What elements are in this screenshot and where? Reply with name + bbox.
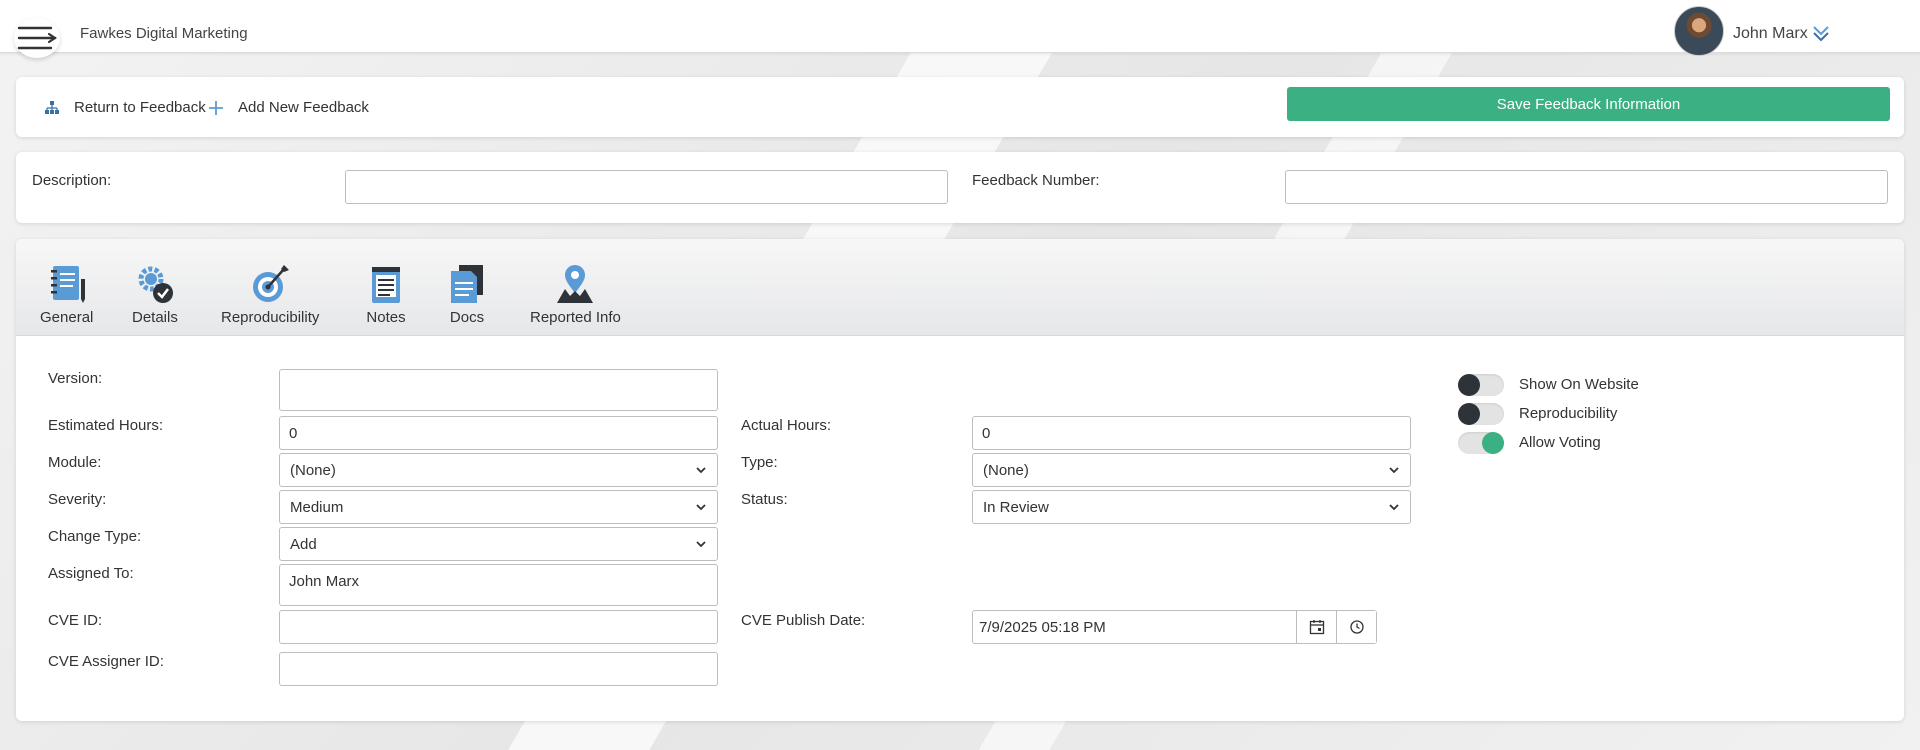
toggle-knob <box>1458 403 1480 425</box>
allow-voting-label: Allow Voting <box>1519 434 1601 451</box>
feedback-number-label: Feedback Number: <box>972 172 1100 189</box>
return-to-feedback-label: Return to Feedback <box>74 99 206 116</box>
save-feedback-button[interactable]: Save Feedback Information <box>1287 87 1890 121</box>
version-input[interactable] <box>279 369 718 411</box>
chevron-down-icon <box>1389 467 1399 474</box>
type-value: (None) <box>983 461 1029 479</box>
allow-voting-toggle[interactable] <box>1458 432 1504 454</box>
tab-bar: General Details Reproducibility Notes Do… <box>16 239 1904 336</box>
return-to-feedback-link[interactable]: Return to Feedback <box>44 99 206 116</box>
documents-icon <box>451 265 483 303</box>
tab-reproducibility[interactable]: Reproducibility <box>221 263 319 326</box>
show-on-website-toggle[interactable] <box>1458 374 1504 396</box>
top-bar: Fawkes Digital Marketing John Marx <box>0 0 1920 58</box>
plus-icon <box>209 100 223 115</box>
change-type-label: Change Type: <box>48 528 142 545</box>
company-name: Fawkes Digital Marketing <box>80 25 248 42</box>
menu-icon <box>17 26 57 50</box>
chevron-down-icon[interactable] <box>1812 24 1830 44</box>
cve-assigner-id-label: CVE Assigner ID: <box>48 653 164 670</box>
chevron-down-icon <box>696 467 706 474</box>
calendar-button[interactable] <box>1296 611 1336 643</box>
cve-publish-date-input[interactable]: 7/9/2025 05:18 PM <box>973 611 1296 643</box>
feedback-number-input[interactable] <box>1285 170 1888 204</box>
clock-icon <box>1349 620 1364 634</box>
add-new-feedback-label: Add New Feedback <box>238 99 369 116</box>
severity-label: Severity: <box>48 491 107 508</box>
actual-hours-label: Actual Hours: <box>741 417 832 434</box>
tab-reproducibility-label: Reproducibility <box>221 309 320 326</box>
reproducibility-toggle[interactable] <box>1458 403 1504 425</box>
gear-check-icon <box>138 266 173 303</box>
tab-notes[interactable]: Notes <box>364 263 408 326</box>
type-select[interactable]: (None) <box>972 453 1411 487</box>
cve-id-label: CVE ID: <box>48 612 103 629</box>
notebook-icon <box>50 266 85 303</box>
avatar[interactable] <box>1674 6 1724 56</box>
tab-reported-info[interactable]: Reported Info <box>530 263 621 326</box>
status-select[interactable]: In Review <box>972 490 1411 524</box>
toggle-knob <box>1458 374 1480 396</box>
assigned-to-label: Assigned To: <box>48 565 134 582</box>
tab-reported-info-label: Reported Info <box>530 309 621 326</box>
cve-assigner-id-input[interactable] <box>279 652 718 686</box>
cve-publish-date-picker: 7/9/2025 05:18 PM <box>972 610 1377 644</box>
menu-button[interactable] <box>14 18 60 58</box>
cve-id-input[interactable] <box>279 610 718 644</box>
add-new-feedback-link[interactable]: Add New Feedback <box>208 99 369 116</box>
feedback-form-card: General Details Reproducibility Notes Do… <box>16 239 1904 721</box>
target-icon <box>253 265 290 302</box>
calendar-icon <box>1309 620 1324 635</box>
show-on-website-label: Show On Website <box>1519 376 1639 393</box>
chevron-down-icon <box>696 541 706 548</box>
tab-docs[interactable]: Docs <box>445 263 489 326</box>
estimated-hours-label: Estimated Hours: <box>48 417 164 434</box>
location-pin-icon <box>557 265 594 303</box>
toggle-knob <box>1482 432 1504 454</box>
notepad-icon <box>372 267 400 303</box>
tab-details-label: Details <box>132 309 178 326</box>
assigned-to-field[interactable]: John Marx <box>279 564 718 606</box>
module-select[interactable]: (None) <box>279 453 718 487</box>
chevron-down-icon <box>696 504 706 511</box>
user-name[interactable]: John Marx <box>1733 25 1808 43</box>
estimated-hours-input[interactable] <box>279 416 718 450</box>
sitemap-icon <box>45 100 59 114</box>
description-card: Description: Feedback Number: <box>16 152 1904 223</box>
description-label: Description: <box>32 172 112 189</box>
severity-value: Medium <box>290 498 344 516</box>
actual-hours-input[interactable] <box>972 416 1411 450</box>
change-type-select[interactable]: Add <box>279 527 718 561</box>
tab-notes-label: Notes <box>366 309 406 326</box>
tab-details[interactable]: Details <box>132 263 178 326</box>
status-label: Status: <box>741 491 788 508</box>
version-label: Version: <box>48 370 103 387</box>
chevron-down-icon <box>1389 504 1399 511</box>
module-value: (None) <box>290 461 336 479</box>
action-toolbar: Return to Feedback Add New Feedback Save… <box>16 77 1904 137</box>
description-input[interactable] <box>345 170 948 204</box>
time-button[interactable] <box>1336 611 1376 643</box>
tab-general[interactable]: General <box>40 263 93 326</box>
reproducibility-toggle-label: Reproducibility <box>1519 405 1618 422</box>
status-value: In Review <box>983 498 1049 516</box>
cve-publish-date-label: CVE Publish Date: <box>741 612 866 629</box>
tab-docs-label: Docs <box>449 309 485 326</box>
module-label: Module: <box>48 454 102 471</box>
type-label: Type: <box>741 454 778 471</box>
tab-general-label: General <box>40 309 94 326</box>
change-type-value: Add <box>290 535 317 553</box>
severity-select[interactable]: Medium <box>279 490 718 524</box>
